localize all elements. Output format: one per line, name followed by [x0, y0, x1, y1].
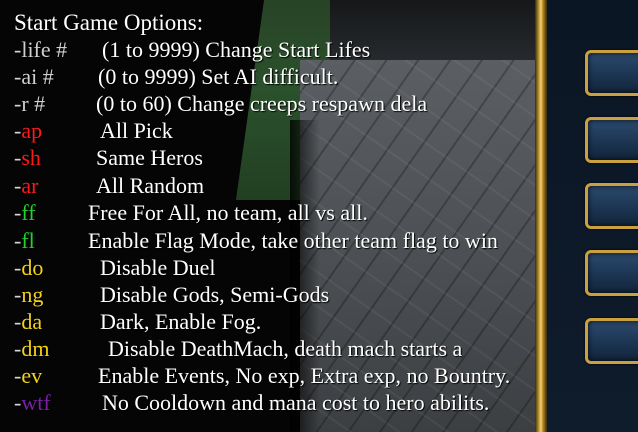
option-command: -ai #	[14, 63, 54, 90]
option-row: -ar All Random	[0, 172, 638, 199]
option-row: -wtf No Cooldown and mana cost to hero ab…	[0, 389, 638, 416]
game-options-overlay: Start Game Options: -life # (1 to 9999) C…	[0, 0, 638, 432]
option-description: No Cooldown and mana cost to hero abilit…	[102, 390, 490, 415]
option-command: -fl	[14, 227, 35, 254]
option-code: ai #	[21, 64, 54, 89]
options-title: Start Game Options:	[14, 10, 204, 35]
option-description: Disable DeathMach, death mach starts a	[108, 336, 463, 361]
option-row: -ai # (0 to 9999) Set AI difficult.	[0, 63, 638, 90]
option-command: -do	[14, 254, 43, 281]
option-row: -fl Enable Flag Mode, take other team fla…	[0, 227, 638, 254]
option-code: da	[21, 309, 43, 334]
option-row: -ng Disable Gods, Semi-Gods	[0, 281, 638, 308]
option-description: Enable Events, No exp, Extra exp, no Bou…	[98, 363, 511, 388]
option-code: ev	[21, 363, 43, 388]
option-command: -ev	[14, 362, 42, 389]
option-command: -da	[14, 308, 42, 335]
option-description: All Pick	[100, 118, 173, 143]
option-description: Free For All, no team, all vs all.	[88, 200, 368, 225]
option-description: Disable Gods, Semi-Gods	[100, 282, 330, 307]
option-code: dm	[21, 336, 50, 361]
game-scene: Start Game Options: -life # (1 to 9999) C…	[0, 0, 638, 432]
option-description: (0 to 60) Change creeps respawn dela	[96, 91, 428, 116]
option-code: ar	[21, 173, 39, 198]
option-description: Disable Duel	[100, 255, 216, 280]
option-row: -ap All Pick	[0, 117, 638, 144]
option-code: ng	[21, 282, 44, 307]
option-command: -ap	[14, 117, 42, 144]
option-command: -life #	[14, 36, 67, 63]
option-code: wtf	[21, 390, 51, 415]
option-code: r #	[21, 91, 46, 116]
option-code: ap	[21, 118, 43, 143]
option-code: life #	[21, 37, 68, 62]
option-command: -r #	[14, 90, 45, 117]
option-description: (1 to 9999) Change Start Lifes	[102, 37, 371, 62]
option-description: All Random	[96, 173, 205, 198]
option-command: -wtf	[14, 389, 51, 416]
option-code: do	[21, 255, 44, 280]
option-command: -ng	[14, 281, 43, 308]
option-code: sh	[21, 145, 41, 170]
option-row: -life # (1 to 9999) Change Start Lifes	[0, 36, 638, 63]
option-row: -sh Same Heros	[0, 144, 638, 171]
option-command: -ff	[14, 199, 36, 226]
option-row: -da Dark, Enable Fog.	[0, 308, 638, 335]
option-row: -do Disable Duel	[0, 254, 638, 281]
option-row: -ff Free For All, no team, all vs all.	[0, 199, 638, 226]
option-command: -dm	[14, 335, 49, 362]
option-description: (0 to 9999) Set AI difficult.	[98, 64, 339, 89]
option-description: Dark, Enable Fog.	[100, 309, 262, 334]
option-code: fl	[21, 228, 35, 253]
option-row: -dm Disable DeathMach, death mach starts …	[0, 335, 638, 362]
option-row: -r # (0 to 60) Change creeps respawn dela	[0, 90, 638, 117]
option-code: ff	[21, 200, 36, 225]
option-command: -ar	[14, 172, 38, 199]
option-command: -sh	[14, 144, 41, 171]
option-row: -ev Enable Events, No exp, Extra exp, no …	[0, 362, 638, 389]
option-description: Same Heros	[96, 145, 203, 170]
option-description: Enable Flag Mode, take other team flag t…	[88, 228, 498, 253]
